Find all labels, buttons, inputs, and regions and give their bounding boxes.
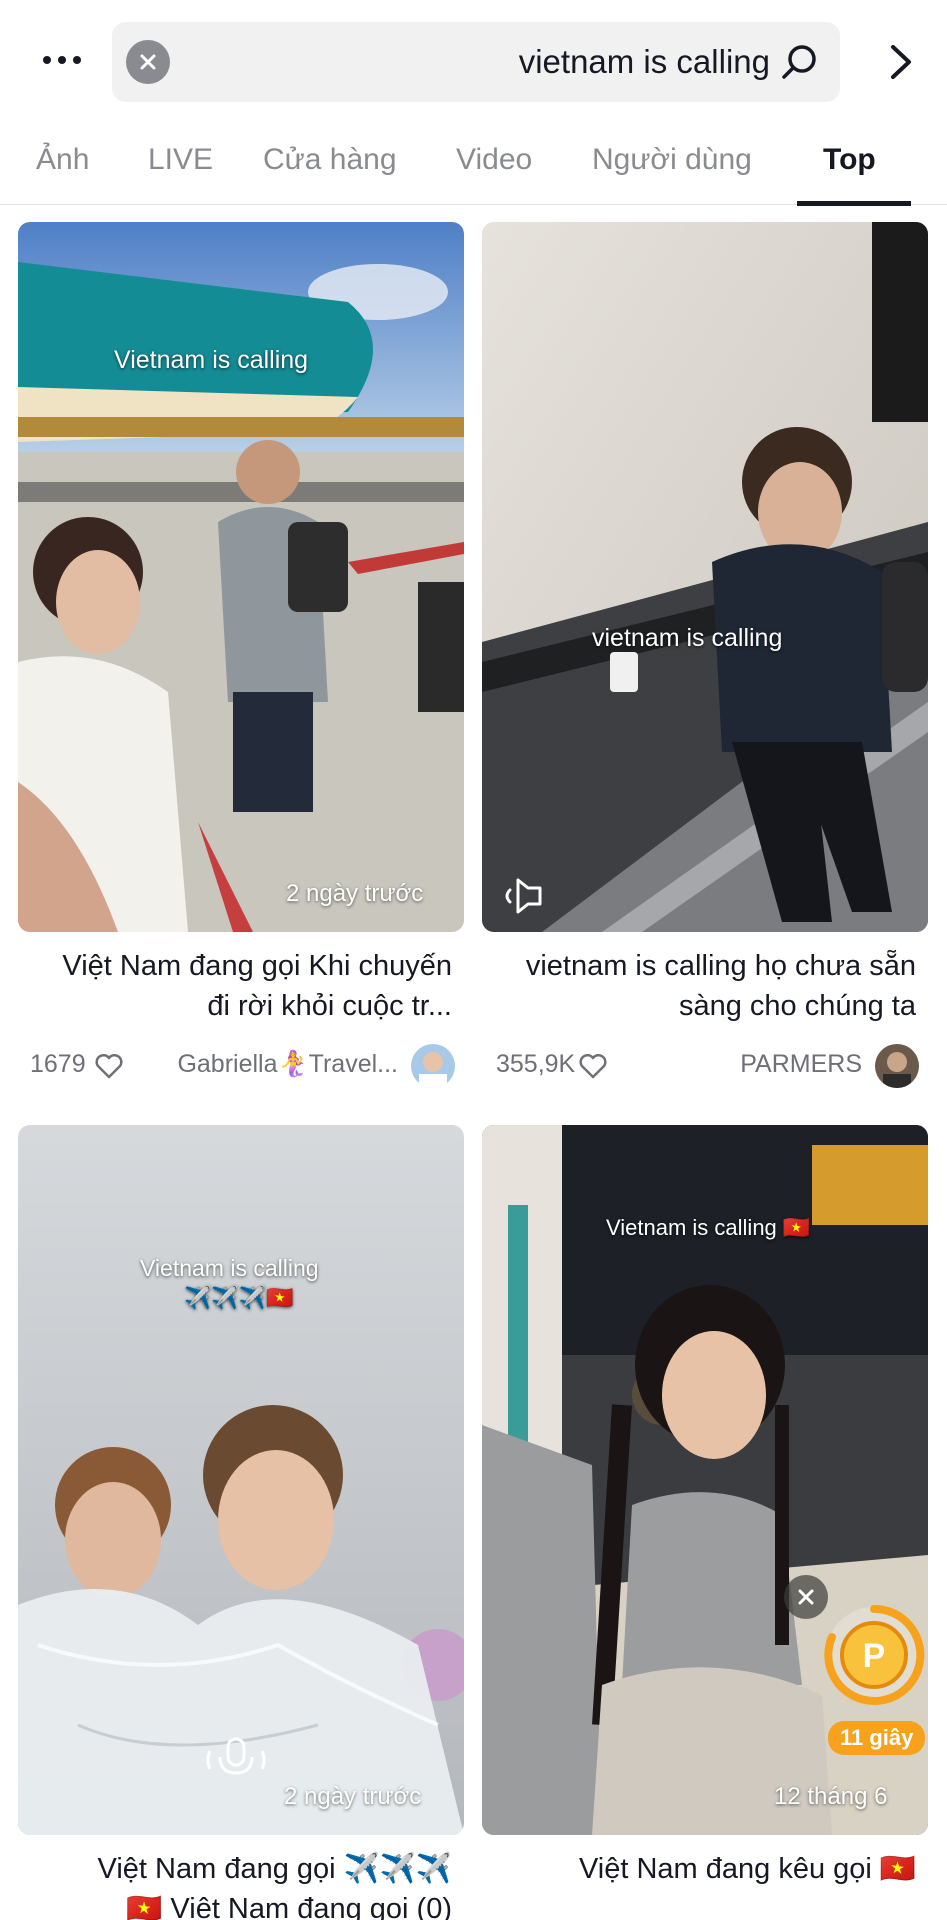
tab-top[interactable]: Top (823, 125, 876, 205)
like-count: 355,9K (496, 1050, 576, 1078)
video-caption-overlay-emoji: ✈️✈️✈️🇻🇳 (184, 1285, 294, 1310)
video-caption-overlay: Vietnam is calling 🇻🇳 (606, 1215, 811, 1240)
tab-live[interactable]: LIVE (148, 125, 213, 205)
avatar[interactable] (411, 1044, 455, 1088)
search-query-text[interactable]: vietnam is calling (519, 22, 770, 102)
video-caption-overlay: vietnam is calling (592, 624, 783, 652)
video-footer: PARMERS 355,9K (482, 1044, 928, 1088)
tab-video[interactable]: Video (456, 125, 532, 205)
more-options-button[interactable] (30, 28, 94, 92)
post-time: 2 ngày trước (286, 880, 424, 907)
avatar[interactable] (875, 1044, 919, 1088)
author-name[interactable]: PARMERS (740, 1050, 862, 1079)
author-name[interactable]: Gabriella🧜‍♀️Travel... (177, 1050, 398, 1079)
close-icon (140, 54, 156, 70)
heart-icon (579, 1053, 607, 1079)
video-footer: Gabriella🧜‍♀️Travel... 1679 (18, 1044, 464, 1088)
active-tab-indicator (797, 201, 911, 206)
clear-search-button[interactable] (126, 40, 170, 84)
coin-letter: P (863, 1637, 886, 1675)
reward-coin-widget[interactable]: P (822, 1603, 926, 1707)
coin-icon: P (824, 1604, 925, 1705)
video-title[interactable]: Việt Nam đang kêu gọi 🇻🇳 (496, 1849, 916, 1889)
search-box[interactable]: vietnam is calling (112, 22, 840, 102)
video-thumbnail[interactable]: Vietnam is calling 🇻🇳 P 11 giây 12 tháng… (482, 1125, 928, 1835)
airport-plane-scene-image (18, 222, 464, 932)
close-icon (798, 1589, 814, 1605)
video-caption-overlay: Vietnam is calling (114, 346, 309, 374)
search-header: vietnam is calling (0, 0, 947, 125)
tab-users[interactable]: Người dùng (592, 125, 752, 205)
video-title[interactable]: Việt Nam đang gọi Khi chuyến đi rời khỏi… (32, 946, 452, 1026)
video-thumbnail[interactable]: vietnam is calling (482, 222, 928, 932)
video-title[interactable]: vietnam is calling họ chưa sẵn sàng cho … (496, 946, 916, 1026)
post-time: 12 tháng 6 (774, 1783, 888, 1810)
post-time: 2 ngày trước (284, 1783, 422, 1810)
video-title[interactable]: Việt Nam đang gọi ✈️✈️✈️ (32, 1849, 452, 1889)
video-thumbnail[interactable]: Vietnam is calling ✈️✈️✈️🇻🇳 2 ngày trước (18, 1125, 464, 1835)
tab-shop[interactable]: Cửa hàng (263, 125, 397, 205)
search-tabs: Top Người dùng Video Cửa hàng LIVE Ảnh (0, 125, 947, 206)
speaker-muted-icon[interactable] (500, 876, 544, 916)
video-title-line2: 🇻🇳 Việt Nam đang gọi (0) (126, 1893, 452, 1920)
search-icon (782, 45, 816, 79)
heart-icon (95, 1053, 123, 1079)
escalator-scene-image (482, 222, 928, 932)
microphone-icon (206, 1737, 266, 1775)
video-caption-overlay: Vietnam is calling (140, 1255, 319, 1281)
back-button[interactable] (870, 30, 930, 94)
tab-photos[interactable]: Ảnh (36, 125, 89, 205)
like-count: 1679 (30, 1050, 86, 1078)
chevron-right-icon (891, 45, 911, 79)
more-dots-icon (43, 56, 81, 64)
timer-badge: 11 giây (828, 1721, 926, 1755)
video-thumbnail[interactable]: Vietnam is calling 2 ngày trước (18, 222, 464, 932)
rain-poncho-scene-image (18, 1125, 464, 1835)
